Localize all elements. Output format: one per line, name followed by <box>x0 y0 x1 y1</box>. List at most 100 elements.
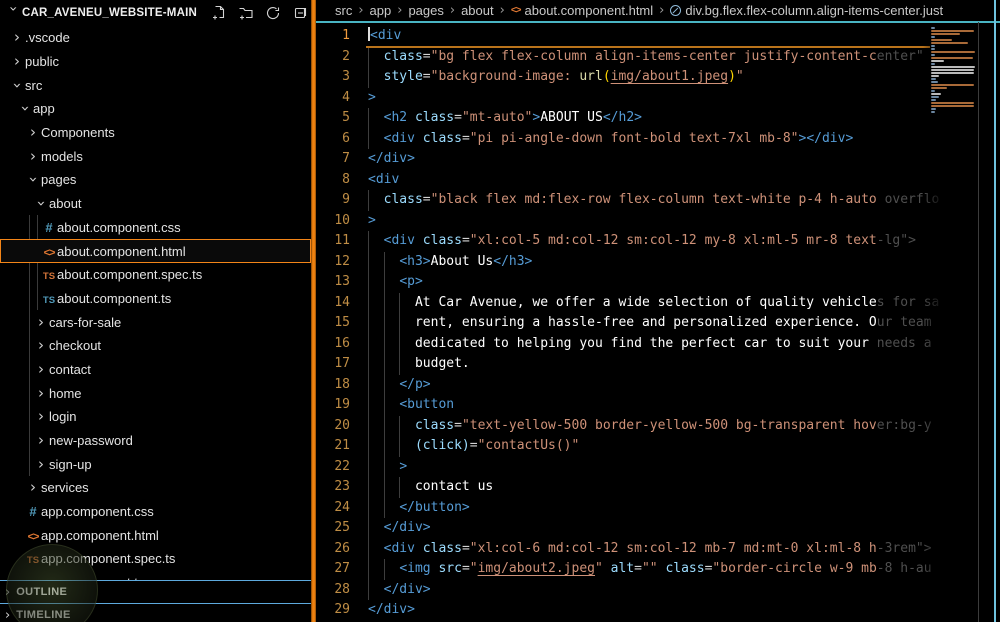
code-line-3[interactable]: 3 style="background-image: url(img/about… <box>316 67 1000 88</box>
tree-item-app[interactable]: › app <box>0 97 311 121</box>
line-content: style="background-image: url(img/about1.… <box>358 67 1000 88</box>
code-line-27[interactable]: 27 <img src="img/about2.jpeg" alt="" cla… <box>316 559 1000 580</box>
chevron-down-icon[interactable]: › <box>5 6 21 20</box>
timeline-label: TIMELINE <box>16 609 71 621</box>
code-line-20[interactable]: 20 class="text-yellow-500 border-yellow-… <box>316 415 1000 436</box>
new-file-icon[interactable] <box>211 5 227 21</box>
html-file-icon: <> <box>27 530 40 543</box>
tree-item-login[interactable]: › login <box>0 405 311 429</box>
code-line-12[interactable]: 12 <h3>About Us</h3> <box>316 251 1000 272</box>
tree-item-label: contact <box>49 361 91 377</box>
html-file-icon: <> <box>510 5 522 16</box>
breadcrumb-item[interactable]: src <box>335 3 352 18</box>
breadcrumb-item[interactable]: <> about.component.html <box>511 3 653 18</box>
code-line-28[interactable]: 28 </div> <box>316 579 1000 600</box>
breadcrumb-item[interactable]: div.bg.flex.flex-column.align-items-cent… <box>670 3 943 18</box>
tree-item-app-component-spec-ts[interactable]: TS app.component.spec.ts <box>0 547 311 571</box>
code-line-5[interactable]: 5 <h2 class="mt-auto">ABOUT US</h2> <box>316 108 1000 129</box>
minimap-line <box>931 39 952 41</box>
outline-label: OUTLINE <box>16 586 68 598</box>
tree-item--vscode[interactable]: › .vscode <box>0 26 311 50</box>
code-line-1[interactable]: 1 <div <box>316 26 1000 47</box>
breadcrumb-item[interactable]: app <box>370 3 392 18</box>
code-line-4[interactable]: 4 > <box>316 88 1000 109</box>
breadcrumb-item[interactable]: pages <box>408 3 443 18</box>
tree-item-about-component-css[interactable]: # about.component.css <box>0 216 311 240</box>
code-line-22[interactable]: 22 > <box>316 456 1000 477</box>
project-root-label[interactable]: CAR_AVENEU_WEBSITE-MAIN <box>22 7 197 19</box>
indent-guide <box>383 559 385 580</box>
code-line-18[interactable]: 18 </p> <box>316 374 1000 395</box>
chevron-right-icon: › <box>14 52 20 71</box>
minimap-line <box>931 93 941 95</box>
indent-guide <box>368 395 369 416</box>
new-folder-icon[interactable] <box>238 5 254 21</box>
tree-item-services[interactable]: › services <box>0 476 311 500</box>
minimap[interactable] <box>931 27 977 117</box>
code-line-23[interactable]: 23 contact us <box>316 477 1000 498</box>
minimap-line <box>931 84 975 86</box>
refresh-icon[interactable] <box>265 5 281 21</box>
line-content: rent, ensuring a hassle-free and persona… <box>358 313 1000 334</box>
code-line-13[interactable]: 13 <p> <box>316 272 1000 293</box>
code-line-26[interactable]: 26 <div class="xl:col-6 md:col-12 sm:col… <box>316 538 1000 559</box>
indent-guide <box>399 436 401 457</box>
code-line-15[interactable]: 15 rent, ensuring a hassle-free and pers… <box>316 313 1000 334</box>
explorer-sidebar: › CAR_AVENEU_WEBSITE-MAIN › .vscode › publi… <box>0 0 311 622</box>
breadcrumb-item[interactable]: about <box>461 3 494 18</box>
indent-guide <box>368 456 369 477</box>
tree-item-pages[interactable]: › pages <box>0 168 311 192</box>
tree-item-label: cars-for-sale <box>49 314 122 330</box>
code-line-17[interactable]: 17 budget. <box>316 354 1000 375</box>
code-line-8[interactable]: 8 <div <box>316 170 1000 191</box>
breadcrumb-label: app <box>369 3 392 18</box>
collapse-folders-icon[interactable] <box>292 5 308 21</box>
code-line-14[interactable]: 14 At Car Avenue, we offer a wide select… <box>316 292 1000 313</box>
window-right-border <box>994 0 996 622</box>
tree-item-public[interactable]: › public <box>0 50 311 74</box>
code-line-29[interactable]: 29 </div> <box>316 600 1000 621</box>
code-line-2[interactable]: 2 class="bg flex flex-column align-items… <box>316 46 1000 67</box>
code-line-19[interactable]: 19 <button <box>316 395 1000 416</box>
code-line-7[interactable]: 7 </div> <box>316 149 1000 170</box>
code-line-9[interactable]: 9 class="black flex md:flex-row flex-col… <box>316 190 1000 211</box>
line-content: At Car Avenue, we offer a wide selection… <box>358 292 1000 313</box>
tree-item-about-component-spec-ts[interactable]: TS about.component.spec.ts <box>0 263 311 287</box>
timeline-section-header[interactable]: › TIMELINE <box>0 603 311 622</box>
tree-item-app-component-html[interactable]: <> app.component.html <box>0 523 311 547</box>
tree-item-src[interactable]: › src <box>0 73 311 97</box>
tree-item-sign-up[interactable]: › sign-up <box>0 452 311 476</box>
minimap-line <box>931 87 948 89</box>
code-line-16[interactable]: 16 dedicated to helping you find the per… <box>316 333 1000 354</box>
tree-item-about[interactable]: › about <box>0 192 311 216</box>
tree-item-about-component-ts[interactable]: TS about.component.ts <box>0 287 311 311</box>
code-editor[interactable]: 1 <div 2 class="bg flex flex-column align-… <box>316 23 1000 622</box>
code-line-6[interactable]: 6 <div class="pi pi-angle-down font-bold… <box>316 128 1000 149</box>
code-line-10[interactable]: 10 > <box>316 211 1000 232</box>
css-file-icon: # <box>45 219 53 235</box>
minimap-border <box>978 22 979 622</box>
tree-item-app-component-ts[interactable]: TSapp.component.ts <box>0 571 311 580</box>
minimap-line <box>931 105 975 107</box>
line-content: class="text-yellow-500 border-yellow-500… <box>358 415 1000 436</box>
minimap-line <box>931 45 935 47</box>
code-line-24[interactable]: 24 </button> <box>316 497 1000 518</box>
tree-item-models[interactable]: › models <box>0 144 311 168</box>
tree-item-cars-for-sale[interactable]: › cars-for-sale <box>0 310 311 334</box>
outline-section-header[interactable]: › OUTLINE <box>0 580 311 603</box>
tree-item-home[interactable]: › home <box>0 381 311 405</box>
tree-item-checkout[interactable]: › checkout <box>0 334 311 358</box>
indent-guide <box>368 251 369 272</box>
indent-guide <box>368 415 369 436</box>
tree-item-new-password[interactable]: › new-password <box>0 429 311 453</box>
tree-item-app-component-css[interactable]: # app.component.css <box>0 500 311 524</box>
code-line-11[interactable]: 11 <div class="xl:col-5 md:col-12 sm:col… <box>316 231 1000 252</box>
indent-guide <box>383 354 385 375</box>
tree-item-about-component-html[interactable]: <> about.component.html <box>0 239 311 263</box>
code-line-21[interactable]: 21 (click)="contactUs()" <box>316 436 1000 457</box>
code-line-25[interactable]: 25 </div> <box>316 518 1000 539</box>
minimap-line <box>931 42 969 44</box>
tree-item-contact[interactable]: › contact <box>0 358 311 382</box>
tree-item-components[interactable]: › Components <box>0 121 311 145</box>
tree-item-label: Components <box>41 125 115 141</box>
